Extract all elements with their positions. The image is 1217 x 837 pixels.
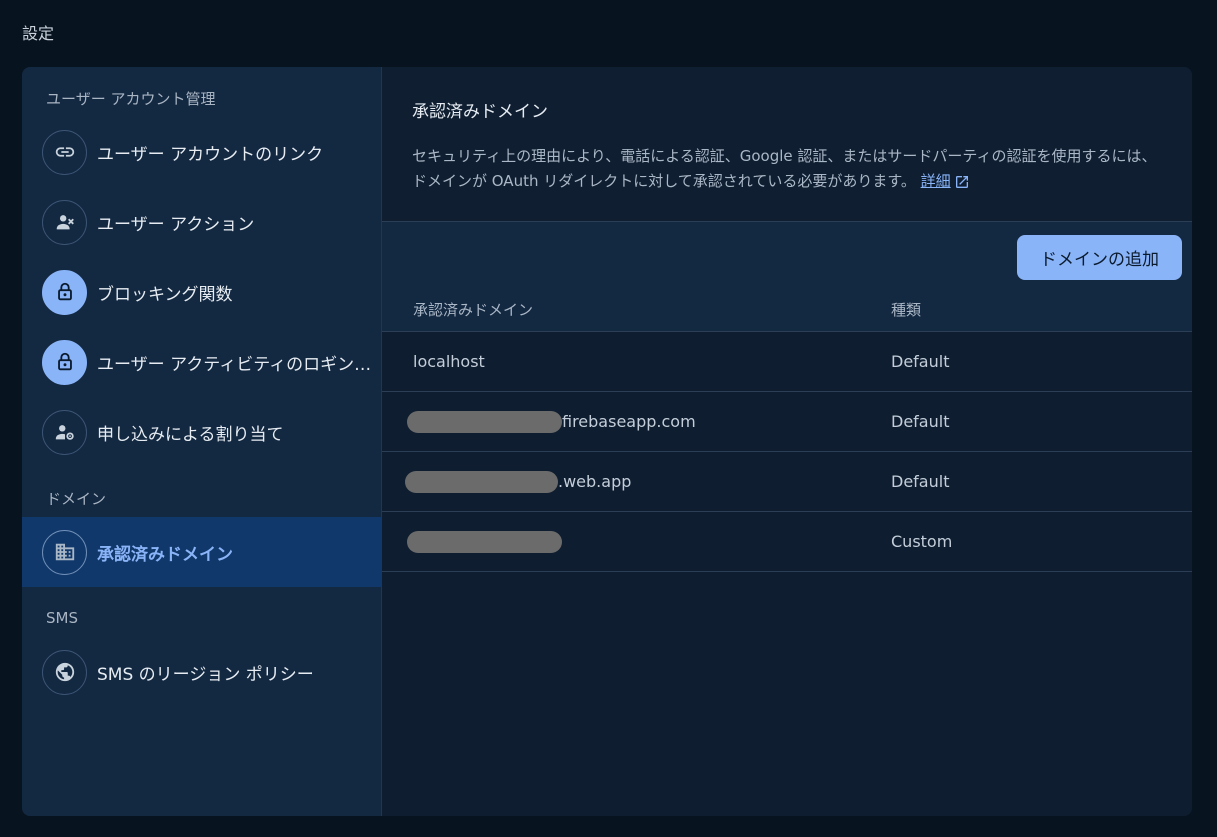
domain-cell	[407, 530, 562, 553]
type-cell: Custom	[891, 532, 953, 551]
sidebar-item-label: ユーザー アクション	[97, 214, 255, 235]
person-gear-icon	[42, 409, 87, 455]
domain-cell: .web.app	[405, 470, 632, 493]
domain-text: firebaseapp.com	[562, 412, 696, 431]
type-cell: Default	[891, 472, 950, 491]
sidebar-item-blocking-functions[interactable]: ブロッキング関数	[22, 257, 390, 327]
sidebar-item-label: 申し込みによる割り当て	[97, 424, 284, 445]
learn-more-link[interactable]: 詳細	[921, 169, 970, 194]
lock-icon	[42, 339, 87, 385]
table-row[interactable]: .web.app Default	[382, 452, 1192, 512]
column-header-domain: 承認済みドメイン	[413, 300, 534, 319]
domain-cell: firebaseapp.com	[407, 410, 696, 433]
redacted-block	[405, 470, 558, 493]
main-header: 承認済みドメイン セキュリティ上の理由により、電話による認証、Google 認証…	[382, 67, 1192, 222]
section-title: 承認済みドメイン	[412, 102, 548, 122]
sidebar-item-label: ユーザー アクティビティのロギン…	[97, 354, 372, 375]
link-icon	[42, 129, 87, 175]
section-label-sms: SMS	[46, 609, 78, 627]
description-text: セキュリティ上の理由により、電話による認証、Google 認証、またはサードパー…	[412, 147, 1157, 190]
person-off-icon	[42, 199, 87, 245]
section-description: セキュリティ上の理由により、電話による認証、Google 認証、またはサードパー…	[412, 144, 1162, 194]
domain-text: .web.app	[558, 472, 632, 491]
domain-cell: localhost	[413, 352, 485, 371]
sidebar-item-label: ブロッキング関数	[97, 284, 233, 305]
settings-card: ユーザー アカウント管理 ユーザー アカウントのリンク ユーザー アクション ブ…	[22, 67, 1192, 816]
table-toolbar: ドメインの追加 承認済みドメイン 種類	[382, 222, 1192, 332]
add-domain-button[interactable]: ドメインの追加	[1017, 235, 1182, 280]
table-row[interactable]: Custom	[382, 512, 1192, 572]
type-cell: Default	[891, 352, 950, 371]
sidebar-item-label: 承認済みドメイン	[97, 544, 233, 565]
sidebar-item-sms-region-policy[interactable]: SMS のリージョン ポリシー	[22, 637, 390, 707]
page-title: 設定	[22, 24, 55, 43]
sidebar-item-label: ユーザー アカウントのリンク	[97, 144, 324, 165]
sidebar-item-quota[interactable]: 申し込みによる割り当て	[22, 397, 390, 467]
building-icon	[42, 529, 87, 575]
globe-icon	[42, 649, 87, 695]
open-in-new-icon	[955, 175, 968, 188]
table-row[interactable]: firebaseapp.com Default	[382, 392, 1192, 452]
section-label-domain: ドメイン	[46, 490, 107, 508]
domain-text: localhost	[413, 352, 485, 371]
type-cell: Default	[891, 412, 950, 431]
sidebar-item-authorized-domains[interactable]: 承認済みドメイン	[22, 517, 390, 587]
table-row[interactable]: localhost Default	[382, 332, 1192, 392]
lock-icon	[42, 269, 87, 315]
learn-more-label: 詳細	[920, 172, 951, 190]
redacted-block	[407, 410, 562, 433]
main-panel: 承認済みドメイン セキュリティ上の理由により、電話による認証、Google 認証…	[382, 67, 1192, 816]
column-header-type: 種類	[891, 300, 922, 319]
table-header: 承認済みドメイン 種類	[382, 287, 1192, 332]
sidebar: ユーザー アカウント管理 ユーザー アカウントのリンク ユーザー アクション ブ…	[22, 67, 390, 816]
sidebar-item-account-linking[interactable]: ユーザー アカウントのリンク	[22, 117, 390, 187]
sidebar-item-label: SMS のリージョン ポリシー	[97, 664, 314, 685]
section-label-user-account: ユーザー アカウント管理	[46, 90, 216, 108]
sidebar-item-activity-logging[interactable]: ユーザー アクティビティのロギン…	[22, 327, 390, 397]
sidebar-item-user-actions[interactable]: ユーザー アクション	[22, 187, 390, 257]
redacted-block	[407, 530, 562, 553]
